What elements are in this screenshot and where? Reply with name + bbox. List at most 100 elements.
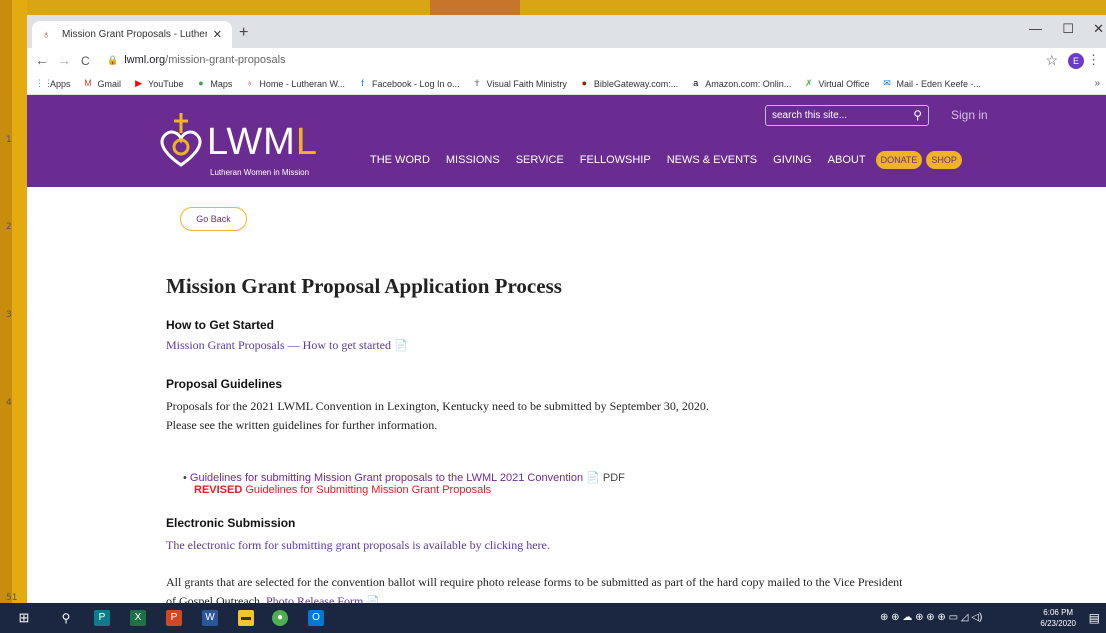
maps-pin-icon: ● xyxy=(198,78,204,88)
revised-label: REVISED xyxy=(194,484,243,496)
address-bar: ← → C 🔒 lwml.org/mission-grant-proposals … xyxy=(27,48,1106,73)
forward-button[interactable]: → xyxy=(57,52,71,68)
apps-grid-icon: ⋮⋮ xyxy=(35,78,53,88)
outlook-icon[interactable]: O xyxy=(308,610,324,626)
logo-last-letter: L xyxy=(295,121,318,163)
powerpoint-icon[interactable]: P xyxy=(166,610,182,626)
bookmark-label: Home - Lutheran W... xyxy=(259,78,345,89)
bookmark-item[interactable]: M Gmail xyxy=(83,78,121,89)
site-search[interactable]: search this site... ⚲ xyxy=(765,105,929,126)
guidelines-link[interactable]: Guidelines for submitting Mission Grant … xyxy=(190,472,583,484)
nav-item-the-word[interactable]: THE WORD xyxy=(370,154,430,166)
back-button[interactable]: ← xyxy=(35,52,49,68)
desktop-background-top xyxy=(430,0,520,15)
site-header: LWML Lutheran Women in Mission search th… xyxy=(27,95,1106,187)
bookmark-item[interactable]: ✉ Mail - Eden Keefe -... xyxy=(882,78,981,89)
bookmark-label: Visual Faith Ministry xyxy=(486,78,567,89)
lwml-favicon-icon: ♁ xyxy=(42,28,51,41)
lwml-icon: ♁ xyxy=(246,78,254,88)
browser-window: ♁ Mission Grant Proposals - Luther ✕ + —… xyxy=(27,15,1106,603)
nav-item-missions[interactable]: MISSIONS xyxy=(446,154,500,166)
bookmarks-bar: ⋮⋮ Apps M Gmail ▶ YouTube ● Maps ♁ Home - Luthera… xyxy=(27,73,1106,95)
nav-item-news-events[interactable]: NEWS & EVENTS xyxy=(667,154,757,166)
bookmark-label: Facebook - Log In o... xyxy=(371,78,460,89)
browser-menu-icon[interactable]: ⋮ xyxy=(1087,52,1100,68)
bookmark-item[interactable]: ▶ YouTube xyxy=(133,78,183,89)
gmail-icon: M xyxy=(84,78,92,88)
page-title: Mission Grant Proposal Application Proce… xyxy=(166,274,562,298)
pdf-icon: 📄 xyxy=(366,596,380,603)
nav-item-fellowship[interactable]: FELLOWSHIP xyxy=(580,154,651,166)
bookmark-star-icon[interactable]: ☆ xyxy=(1045,52,1058,69)
pdf-icon: 📄 xyxy=(586,472,600,484)
search-input[interactable]: search this site... xyxy=(772,110,902,121)
system-tray[interactable]: ⊕ ⊕ ☁ ⊕ ⊕ ⊕ ▭ ◿ ◁) xyxy=(880,612,982,623)
bookmark-label: Maps xyxy=(210,78,233,89)
facebook-icon: f xyxy=(361,78,364,88)
site-nav: THE WORD MISSIONS SERVICE FELLOWSHIP NEW… xyxy=(370,151,966,169)
excel-icon[interactable]: X xyxy=(130,610,146,626)
site-logo[interactable]: LWML xyxy=(207,121,318,164)
electronic-form-link[interactable]: The electronic form for submitting grant… xyxy=(166,538,550,553)
photo-release-link[interactable]: Photo Release Form xyxy=(266,594,363,603)
revised-guidelines-link[interactable]: Guidelines for Submitting Mission Grant … xyxy=(245,484,491,496)
bookmarks-more-icon[interactable]: » xyxy=(1094,78,1100,89)
close-window-button[interactable]: ✕ xyxy=(1093,21,1104,37)
how-to-link-row[interactable]: Mission Grant Proposals — How to get sta… xyxy=(166,338,408,353)
bookmark-item[interactable]: ● Maps xyxy=(195,78,232,89)
system-clock[interactable]: 6:06 PM 6/23/2020 xyxy=(1040,607,1076,629)
donate-button[interactable]: DONATE xyxy=(875,151,923,169)
amazon-icon: a xyxy=(693,78,699,88)
maximize-button[interactable]: ☐ xyxy=(1062,21,1074,37)
nav-item-giving[interactable]: GIVING xyxy=(773,154,812,166)
bookmark-label: YouTube xyxy=(148,78,184,89)
biblegateway-icon: ● xyxy=(581,78,588,88)
bookmark-item[interactable]: ● BibleGateway.com:... xyxy=(579,78,679,89)
bookmark-item[interactable]: ✗ Virtual Office xyxy=(803,78,869,89)
search-icon[interactable]: ⚲ xyxy=(58,610,74,626)
nav-item-about[interactable]: ABOUT xyxy=(828,154,866,166)
guidelines-list: • Guidelines for submitting Mission Gran… xyxy=(183,471,625,496)
desktop-background-strip xyxy=(0,0,12,603)
notifications-icon[interactable]: ▤ xyxy=(1089,611,1100,625)
bookmark-label: Apps xyxy=(50,78,71,89)
bookmark-item[interactable]: f Facebook - Log In o... xyxy=(357,78,460,89)
electronic-heading: Electronic Submission xyxy=(166,516,296,530)
word-icon[interactable]: W xyxy=(202,610,218,626)
tab-bar: ♁ Mission Grant Proposals - Luther ✕ + —… xyxy=(27,15,1106,48)
guidelines-text-2: Please see the written guidelines for fu… xyxy=(166,418,438,432)
url-field[interactable]: 🔒 lwml.org/mission-grant-proposals xyxy=(107,54,286,66)
photo-text-row: of Gospel Outreach. Photo Release Form 📄 xyxy=(166,594,380,603)
bookmark-item[interactable]: a Amazon.com: Onlin... xyxy=(690,78,791,89)
clock-date: 6/23/2020 xyxy=(1040,619,1076,628)
go-back-button[interactable]: Go Back xyxy=(180,207,247,231)
bookmark-item[interactable]: ✝ Visual Faith Ministry xyxy=(472,78,567,89)
shop-button[interactable]: SHOP xyxy=(926,151,962,169)
how-to-link[interactable]: Mission Grant Proposals — How to get sta… xyxy=(166,338,391,352)
reload-button[interactable]: C xyxy=(81,54,90,68)
lwml-heart-cross-icon[interactable] xyxy=(157,111,205,171)
list-item[interactable]: REVISED Guidelines for Submitting Missio… xyxy=(194,484,625,496)
windows-start-icon[interactable]: ⊞ xyxy=(16,610,32,626)
file-explorer-icon[interactable]: ▬ xyxy=(238,610,254,626)
browser-tab[interactable]: ♁ Mission Grant Proposals - Luther ✕ xyxy=(32,21,232,48)
youtube-icon: ▶ xyxy=(135,78,142,88)
sign-in-link[interactable]: Sign in xyxy=(951,108,988,122)
publisher-icon[interactable]: P xyxy=(94,610,110,626)
outlook-icon: ✉ xyxy=(883,78,891,88)
lock-icon: 🔒 xyxy=(107,55,119,65)
bookmark-item[interactable]: ⋮⋮ Apps xyxy=(35,78,71,89)
pdf-label: PDF xyxy=(602,472,625,484)
bookmark-label: Virtual Office xyxy=(818,78,870,89)
new-tab-button[interactable]: + xyxy=(239,24,248,42)
bookmark-item[interactable]: ♁ Home - Lutheran W... xyxy=(244,78,345,89)
clock-time: 6:06 PM xyxy=(1043,608,1074,617)
minimize-button[interactable]: — xyxy=(1029,21,1042,36)
nav-item-service[interactable]: SERVICE xyxy=(516,154,564,166)
search-icon[interactable]: ⚲ xyxy=(913,108,922,122)
profile-avatar[interactable]: E xyxy=(1068,53,1084,69)
logo-main: LWM xyxy=(207,121,296,163)
chrome-icon[interactable]: ● xyxy=(272,610,288,626)
list-item: • Guidelines for submitting Mission Gran… xyxy=(183,471,625,484)
close-tab-icon[interactable]: ✕ xyxy=(213,28,222,41)
